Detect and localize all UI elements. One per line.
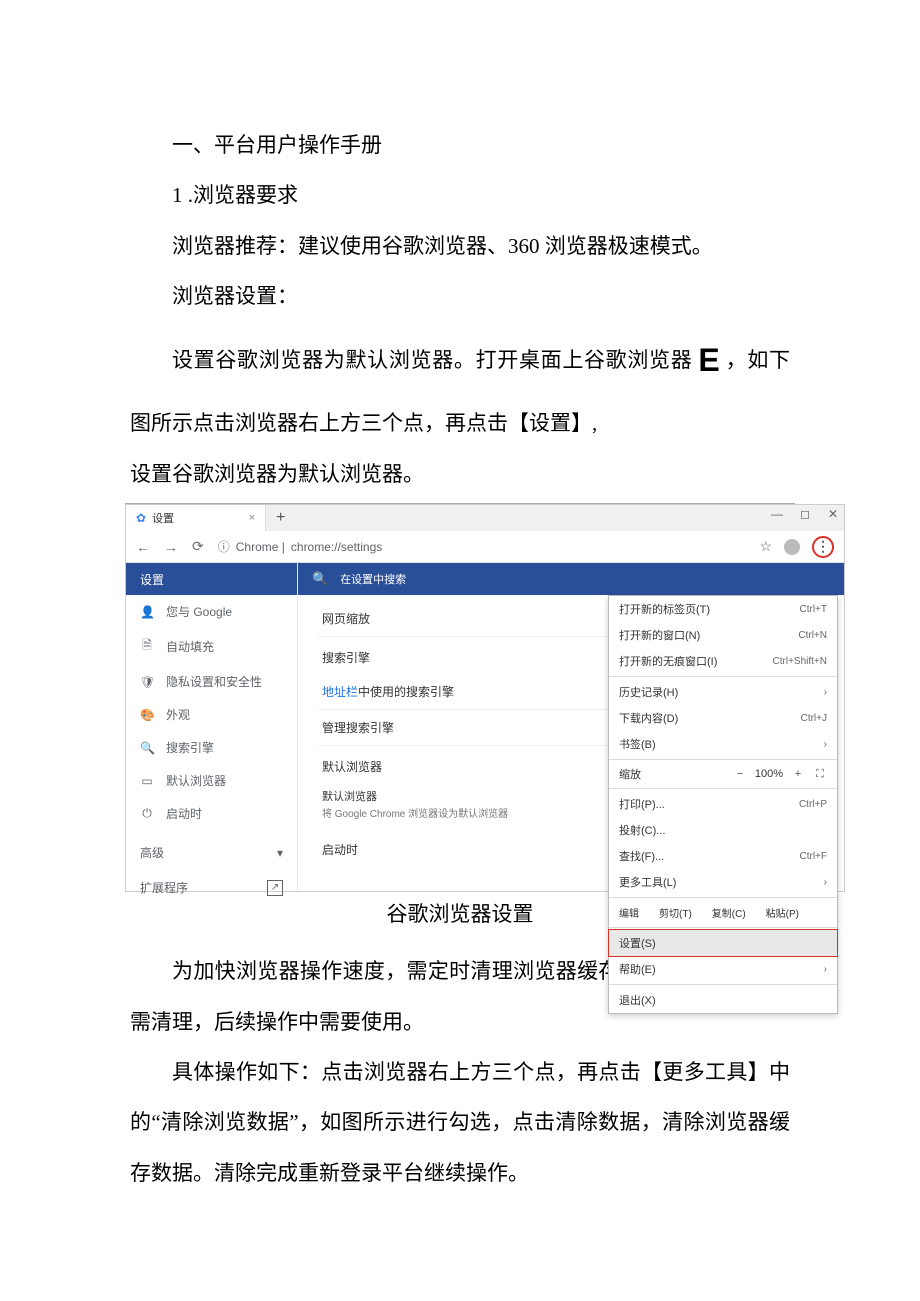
zoom-in-button[interactable]: + [791,768,805,780]
menu-new-window[interactable]: 打开新的窗口(N)Ctrl+N [609,622,837,648]
sidebar-item-search-engine[interactable]: 🔍搜索引擎 [126,731,297,764]
search-icon: 🔍 [312,571,328,587]
chrome-letter-icon: E [698,342,719,378]
menu-find[interactable]: 查找(F)...Ctrl+F [609,843,837,869]
paragraph-settings-label: 浏览器设置： [130,271,790,321]
sidebar-item-default-browser[interactable]: ▭默认浏览器 [126,764,297,797]
chrome-main-menu: 打开新的标签页(T)Ctrl+T 打开新的窗口(N)Ctrl+N 打开新的无痕窗… [608,595,838,1014]
menu-help[interactable]: 帮助(E)› [609,956,837,982]
menu-paste[interactable]: 粘贴(P) [766,905,799,920]
zoom-out-button[interactable]: − [733,768,747,780]
person-icon: 👤 [140,605,154,619]
appearance-icon: 🎨 [140,708,154,722]
gear-icon: ✿ [136,511,146,525]
paragraph-set-default-1a: 设置谷歌浏览器为默认浏览器。打开桌面上谷歌浏览器 [172,348,698,372]
sidebar-item-extensions[interactable]: 扩展程序↗ [126,869,297,906]
window-close-icon[interactable]: ✕ [826,507,840,521]
sidebar-item-you-and-google[interactable]: 👤您与 Google [126,595,297,628]
forward-icon[interactable]: → [164,539,178,555]
paragraph-recommend: 浏览器推荐：建议使用谷歌浏览器、360 浏览器极速模式。 [130,221,790,271]
external-link-icon: ↗ [267,880,283,896]
sidebar-item-advanced[interactable]: 高级▾ [126,836,297,869]
url-box[interactable]: ⓘ Chrome | chrome://settings [218,538,746,555]
sidebar-item-autofill[interactable]: 🗎自动填充 [126,628,297,665]
menu-more-tools[interactable]: 更多工具(L)› [609,869,837,895]
tab-settings[interactable]: ✿ 设置 × [126,505,266,531]
paragraph-cache-2: 具体操作如下：点击浏览器右上方三个点，再点击【更多工具】中的“清除浏览数据”，如… [130,1047,790,1198]
sidebar-header: 设置 [126,563,297,595]
browser-icon: ▭ [140,774,154,788]
sidebar-item-privacy[interactable]: 🛡隐私设置和安全性 [126,665,297,698]
power-icon: ⏻ [140,806,154,821]
reload-icon[interactable]: ⟳ [192,538,204,555]
sidebar-item-appearance[interactable]: 🎨外观 [126,698,297,731]
heading-1: 一、平台用户操作手册 [130,120,790,170]
menu-new-tab[interactable]: 打开新的标签页(T)Ctrl+T [609,596,837,622]
menu-zoom: 缩放 − 100% + ⛶ [609,762,837,786]
menu-bookmarks[interactable]: 书签(B)› [609,731,837,757]
paragraph-set-default-2: 设置谷歌浏览器为默认浏览器。 [130,449,790,499]
search-icon: 🔍 [140,741,154,755]
back-icon[interactable]: ← [136,539,150,555]
lock-icon: ⓘ [218,538,230,555]
menu-edit-row: 编辑 剪切(T) 复制(C) 粘贴(P) [609,900,837,925]
window-maximize-icon[interactable]: ◻ [798,507,812,521]
menu-cut[interactable]: 剪切(T) [659,905,692,920]
address-bar: ← → ⟳ ⓘ Chrome | chrome://settings ☆ ⋮ [126,531,844,563]
menu-settings[interactable]: 设置(S) [608,929,838,957]
chevron-right-icon: › [824,687,827,698]
chevron-right-icon: › [824,739,827,750]
shield-icon: 🛡 [140,675,154,689]
search-placeholder: 在设置中搜索 [340,571,406,587]
tab-title: 设置 [152,510,174,526]
zoom-value: 100% [755,768,783,780]
menu-copy[interactable]: 复制(C) [712,905,746,920]
url-prefix: Chrome | [236,540,285,554]
menu-exit[interactable]: 退出(X) [609,987,837,1013]
window-minimize-icon[interactable]: — [770,507,784,521]
menu-cast[interactable]: 投射(C)... [609,817,837,843]
menu-dots-icon[interactable]: ⋮ [812,536,834,558]
fullscreen-icon[interactable]: ⛶ [813,768,827,781]
menu-downloads[interactable]: 下载内容(D)Ctrl+J [609,705,837,731]
heading-2: 1 .浏览器要求 [130,170,790,220]
chevron-right-icon: › [824,964,827,975]
autofill-icon: 🗎 [140,636,154,657]
profile-avatar-icon[interactable] [784,539,800,555]
tab-bar: ✿ 设置 × + — ◻ ✕ [126,505,844,531]
paragraph-set-default-1: 设置谷歌浏览器为默认浏览器。打开桌面上谷歌浏览器 E ，如下图所示点击浏览器右上… [130,322,790,449]
settings-search-bar[interactable]: 🔍 在设置中搜索 [298,563,844,595]
menu-print[interactable]: 打印(P)...Ctrl+P [609,791,837,817]
tab-close-icon[interactable]: × [249,512,255,524]
chevron-right-icon: › [824,877,827,888]
chevron-down-icon: ▾ [277,846,283,860]
url-text: chrome://settings [291,540,382,554]
sidebar-item-on-startup[interactable]: ⏻启动时 [126,797,297,830]
settings-sidebar: 设置 👤您与 Google 🗎自动填充 🛡隐私设置和安全性 🎨外观 🔍搜索引擎 … [126,563,298,891]
screenshot-chrome-settings: ✿ 设置 × + — ◻ ✕ ← → ⟳ ⓘ Chrome | chrome [125,503,795,892]
menu-incognito[interactable]: 打开新的无痕窗口(I)Ctrl+Shift+N [609,648,837,674]
bookmark-star-icon[interactable]: ☆ [759,538,772,555]
menu-history[interactable]: 历史记录(H)› [609,679,837,705]
new-tab-button[interactable]: + [266,509,295,527]
